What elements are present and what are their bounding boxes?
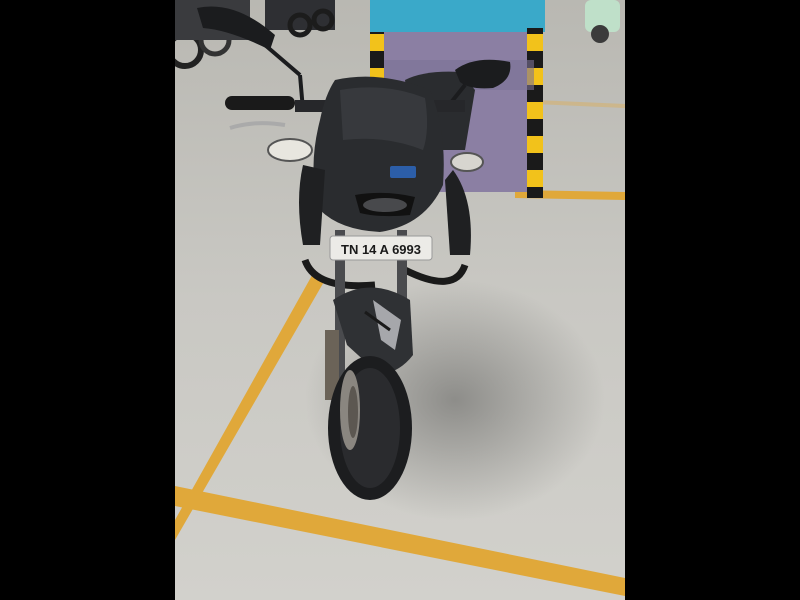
license-plate-text: TN 14 A 6993 (341, 242, 421, 257)
front-wheel (328, 356, 412, 500)
motorcycle-photo: TN 14 A 6993 (175, 0, 625, 600)
letterboxed-photo-viewer: TN 14 A 6993 (0, 0, 800, 600)
license-plate: TN 14 A 6993 (329, 235, 433, 261)
right-indicator (450, 152, 484, 172)
left-indicator (267, 138, 313, 162)
